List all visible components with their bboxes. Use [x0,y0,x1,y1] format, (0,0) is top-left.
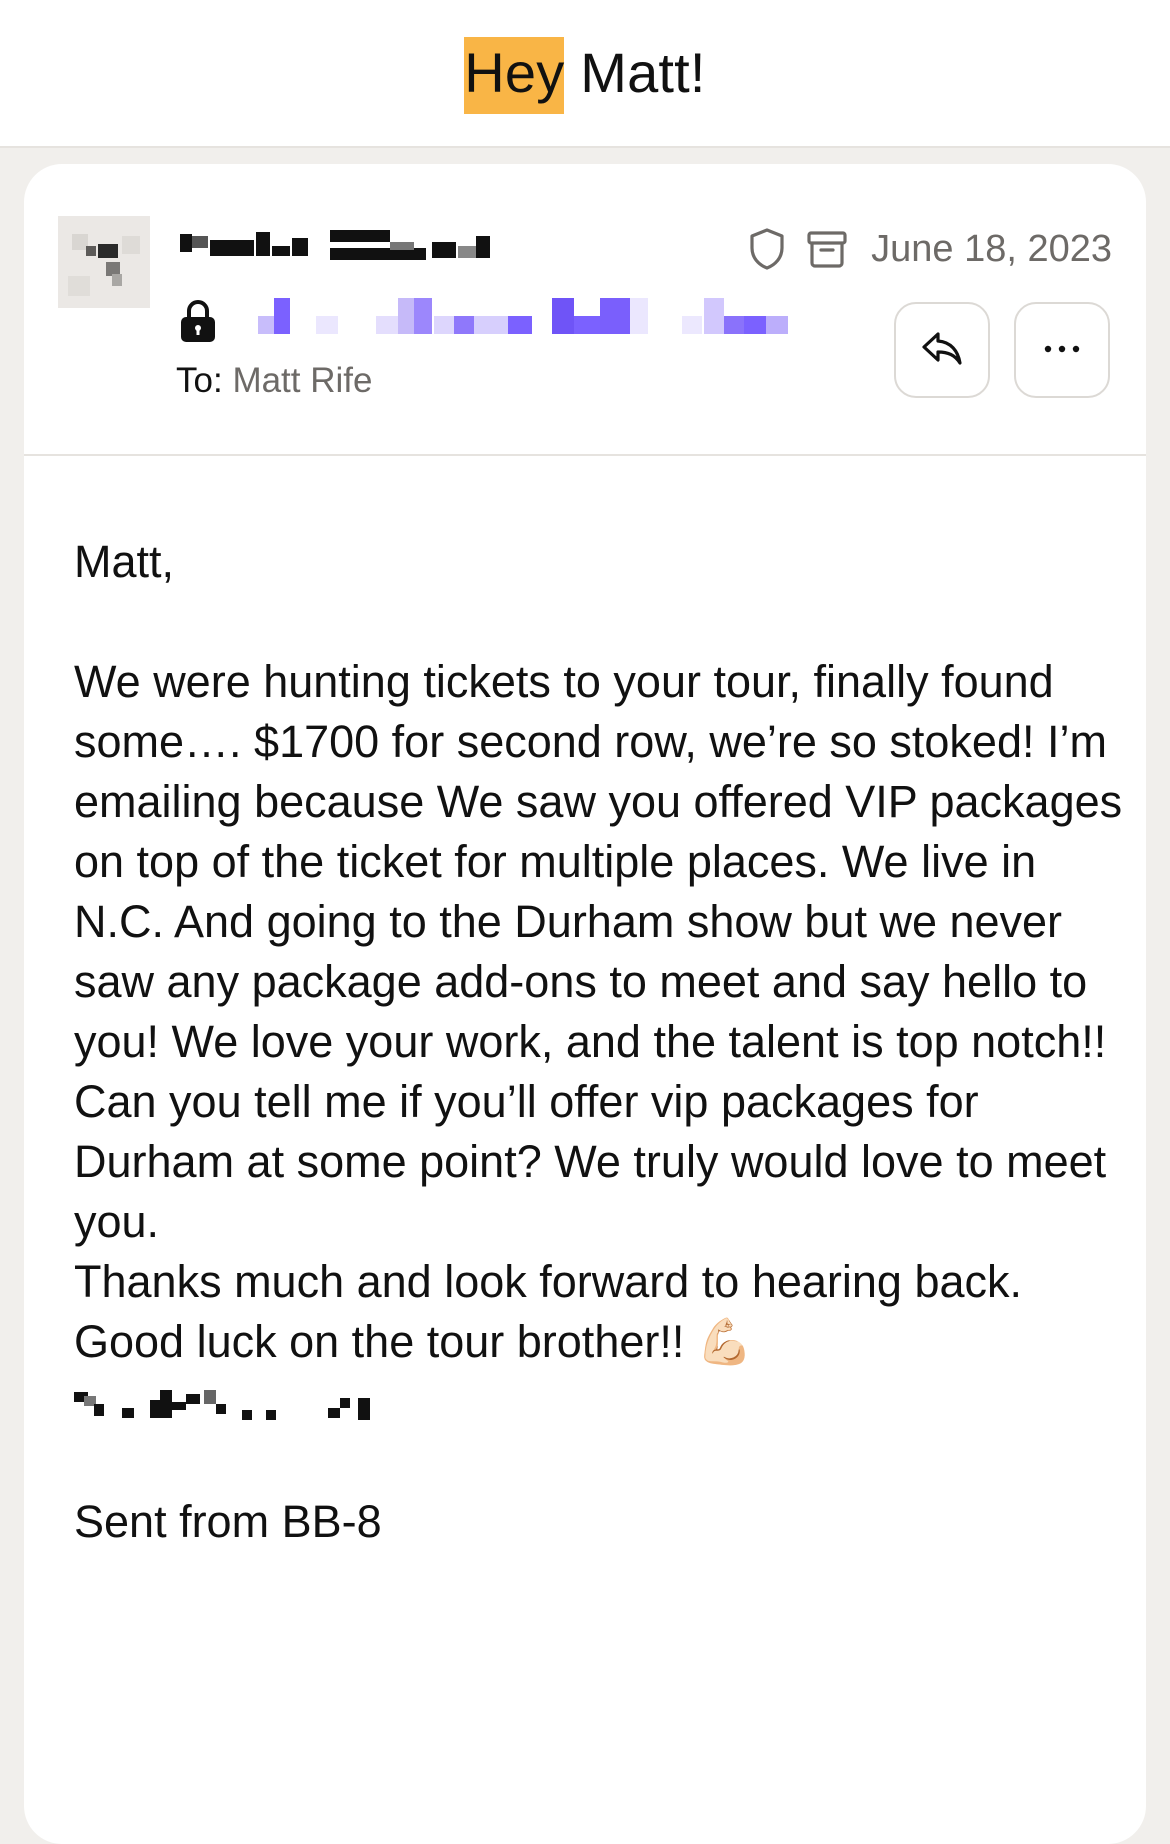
recipient-name[interactable]: Matt Rife [232,361,372,400]
email-card: To: Matt Rife June 18, 2023 Matt, We wer… [24,164,1146,1844]
date-row: June 18, 2023 [745,224,1112,274]
reply-button[interactable] [894,302,990,398]
sender-name-redaction [176,226,506,266]
email-header: To: Matt Rife June 18, 2023 [24,164,1146,456]
goodluck-line: Good luck on the tour brother!! 💪🏻 [74,1312,1124,1372]
avatar [58,216,150,308]
email-date: June 18, 2023 [871,227,1112,270]
lock-icon [178,298,218,344]
reply-icon [920,328,964,373]
subject-rest: Matt! [564,41,706,104]
greeting: Matt, [74,536,175,587]
signature [74,1372,474,1432]
to-label: To: [176,361,223,400]
sent-from-line: Sent from BB-8 [74,1496,382,1547]
shield-icon[interactable] [745,227,789,271]
subject-bar: Hey Matt! [0,0,1170,148]
archive-icon[interactable] [805,227,849,271]
thanks-line: Thanks much and look forward to hearing … [74,1256,1023,1307]
body-paragraph: We were hunting tickets to your tour, fi… [74,656,1123,1247]
sender-email-redaction [258,294,888,338]
email-subject: Hey Matt! [464,37,706,114]
more-icon [1042,341,1082,359]
goodluck-text: Good luck on the tour brother!! [74,1316,685,1367]
more-options-button[interactable] [1014,302,1110,398]
recipient-line: To: Matt Rife [176,358,372,404]
flexed-biceps-icon: 💪🏻 [696,1315,753,1368]
subject-highlight: Hey [464,37,565,114]
email-body: Matt, We were hunting tickets to your to… [74,532,1124,1552]
